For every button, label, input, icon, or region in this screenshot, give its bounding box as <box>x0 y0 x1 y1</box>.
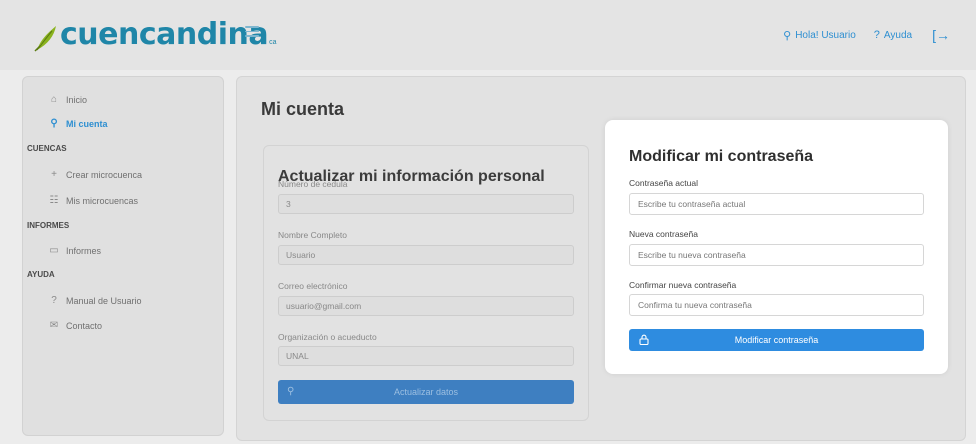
new-password-label: Nueva contraseña <box>629 229 698 239</box>
full-name-label: Nombre Completo <box>278 230 347 240</box>
hamburger-menu-icon[interactable] <box>245 26 259 38</box>
confirm-password-label: Confirmar nueva contraseña <box>629 280 737 290</box>
email-label: Correo electrónico <box>278 281 348 291</box>
update-data-button[interactable]: ⚲ Actualizar datos <box>278 380 574 404</box>
question-icon: ? <box>51 295 57 306</box>
change-password-button[interactable]: Modificar contraseña <box>629 329 924 351</box>
sidebar-item-mi-cuenta[interactable]: ⚲ Mi cuenta <box>47 118 108 129</box>
sidebar-item-label: Mi cuenta <box>66 118 108 129</box>
user-icon: ⚲ <box>50 118 58 129</box>
user-greeting-label: Hola! Usuario <box>795 29 856 41</box>
sidebar-item-mis-microcuencas[interactable]: ☷ Mis microcuencas <box>47 195 139 206</box>
sidebar-item-label: Manual de Usuario <box>66 295 142 306</box>
logo-suffix: ca <box>269 39 277 46</box>
help-link[interactable]: ? Ayuda <box>874 29 912 41</box>
change-password-label: Modificar contraseña <box>734 335 819 345</box>
logo-text: cuencandina <box>60 17 269 52</box>
sidebar-item-crear-microcuenca[interactable]: + Crear microcuenca <box>47 169 142 180</box>
sidebar-section-cuencas: CUENCAS <box>27 144 67 153</box>
logo[interactable]: cuencandina ca <box>34 18 277 52</box>
personal-info-card: Actualizar mi información personal Númer… <box>263 145 589 421</box>
home-icon: ⌂ <box>50 94 58 105</box>
user-greeting-link[interactable]: ⚲ Hola! Usuario <box>783 29 856 42</box>
current-password-label: Contraseña actual <box>629 178 698 188</box>
lock-icon <box>639 334 649 345</box>
sidebar: ⌂ Inicio ⚲ Mi cuenta CUENCAS + Crear mic… <box>22 76 224 436</box>
mail-icon: ✉ <box>49 320 59 331</box>
header-actions: ⚲ Hola! Usuario ? Ayuda [→ <box>783 27 950 43</box>
folder-icon: ▭ <box>49 245 59 256</box>
change-password-title: Modificar mi contraseña <box>629 148 814 165</box>
sidebar-section-ayuda: AYUDA <box>27 270 55 279</box>
sidebar-item-informes[interactable]: ▭ Informes <box>47 245 101 256</box>
help-label: Ayuda <box>883 29 913 41</box>
plus-icon: + <box>51 169 57 180</box>
user-icon: ⚲ <box>783 29 792 42</box>
sidebar-section-informes: INFORMES <box>27 221 70 230</box>
sidebar-item-label: Mis microcuencas <box>66 195 139 206</box>
full-name-field[interactable]: Usuario <box>278 245 574 265</box>
new-password-input[interactable] <box>629 244 924 266</box>
current-password-input[interactable] <box>629 193 924 215</box>
list-icon: ☷ <box>49 195 59 206</box>
question-icon: ? <box>873 29 880 41</box>
leaf-logo-icon <box>34 26 56 52</box>
sidebar-item-label: Crear microcuenca <box>66 169 143 180</box>
organization-field[interactable]: UNAL <box>278 346 574 366</box>
sidebar-item-manual[interactable]: ? Manual de Usuario <box>47 295 142 306</box>
email-field[interactable]: usuario@gmail.com <box>278 296 574 316</box>
page-title: Mi cuenta <box>261 99 345 119</box>
id-number-label: Número de cedula <box>278 179 348 189</box>
update-data-label: Actualizar datos <box>393 387 459 397</box>
sidebar-item-inicio[interactable]: ⌂ Inicio <box>47 94 87 105</box>
sidebar-item-label: Inicio <box>66 94 88 105</box>
user-edit-icon: ⚲ <box>287 386 295 397</box>
sidebar-item-label: Contacto <box>66 320 103 331</box>
sidebar-item-contacto[interactable]: ✉ Contacto <box>47 320 102 331</box>
logout-icon[interactable]: [→ <box>932 27 950 43</box>
sidebar-item-label: Informes <box>66 245 102 256</box>
organization-label: Organización o acueducto <box>278 332 377 342</box>
change-password-card: Modificar mi contraseña Contraseña actua… <box>605 120 948 374</box>
confirm-password-input[interactable] <box>629 294 924 316</box>
app-header: cuencandina ca ⚲ Hola! Usuario ? Ayuda [… <box>0 0 976 70</box>
id-number-field[interactable]: 3 <box>278 194 574 214</box>
